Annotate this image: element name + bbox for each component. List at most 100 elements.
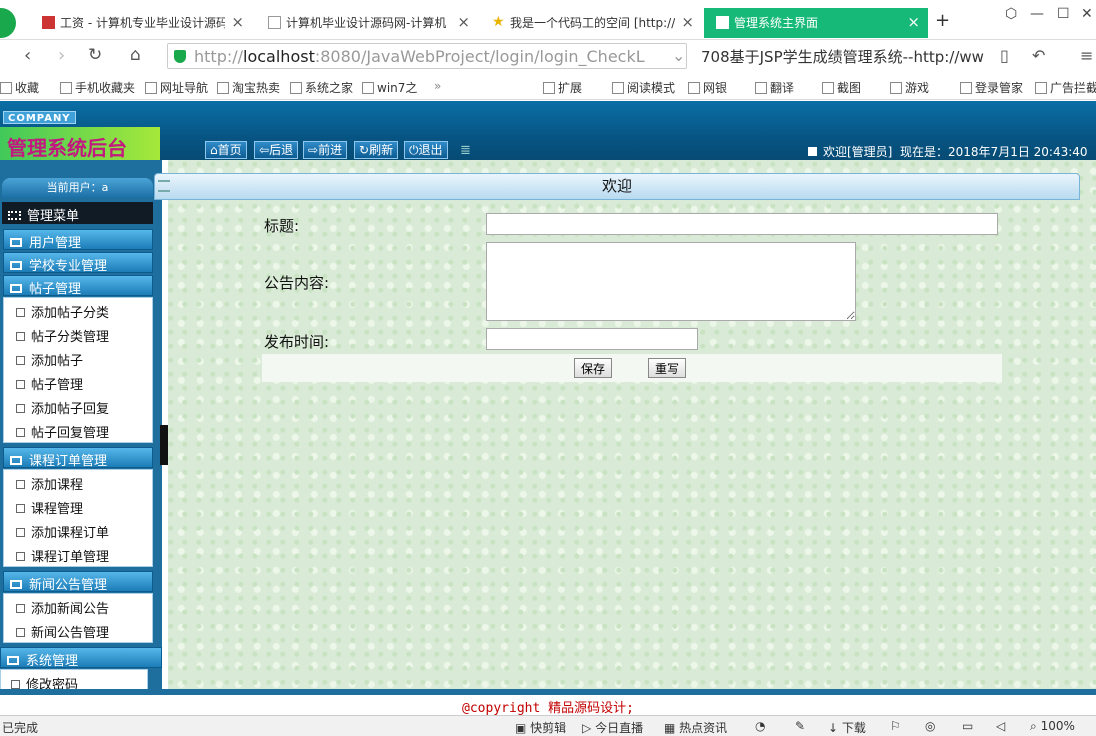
maximize-icon[interactable]: ☐ [1057,6,1070,22]
skin-icon[interactable]: ⬡ [1005,6,1017,22]
sidebar-item[interactable]: 添加新闻公告 [4,594,152,618]
volume-icon[interactable]: ◁ [996,719,1005,733]
title-input[interactable] [486,213,998,235]
sidebar-section-posts[interactable]: 帖子管理 [3,275,153,297]
sidebar-item[interactable]: 添加课程 [4,470,152,494]
folder-icon [7,656,19,665]
browser-tab-2[interactable]: 计算机毕业设计源码网-计算机 × [256,8,478,38]
sidebar-item[interactable]: 修改密码 [1,670,147,691]
sidebar-section-courses[interactable]: 课程订单管理 [3,447,153,469]
close-tab-icon[interactable]: × [231,13,244,31]
sidebar-section-news[interactable]: 新闻公告管理 [3,571,153,593]
browser-tab-3[interactable]: ★ 我是一个代码工的空间 [http:// × [480,8,702,38]
close-tab-icon[interactable]: × [907,13,920,31]
bookmark-item[interactable]: 登录管家 [960,79,1023,96]
bookmark-item[interactable]: 网址导航 [145,79,208,96]
sidebar-item[interactable]: 帖子回复管理 [4,418,152,442]
close-window-icon[interactable]: ✕ [1081,6,1093,22]
bookmark-item[interactable]: 网银 [688,79,727,96]
copyright-text: @copyright 精品源码设计; [462,701,634,716]
logout-button[interactable]: ⏻退出 [404,141,448,159]
url-path: :8080/JavaWebProject/login/login_CheckL [314,47,645,66]
screen-icon[interactable]: ▭ [962,719,973,733]
close-tab-icon[interactable]: × [457,13,470,31]
sidebar-item[interactable]: 添加帖子分类 [4,298,152,322]
status-text: 已完成 [2,721,39,735]
browser-icon[interactable]: ◎ [925,719,935,733]
bookmark-item[interactable]: win7之 [362,79,417,96]
browser-tab-1[interactable]: 工资 - 计算机专业毕业设计源码 × [30,8,252,38]
play-icon: ▷ [582,721,592,735]
speed-icon[interactable]: ◔ [755,719,765,733]
bookmark-item[interactable]: 广告拦截 [1035,79,1096,96]
url-protocol: http:// [194,47,244,66]
sidebar-collapse-handle[interactable] [160,425,168,465]
sidebar: 当前用户：a 管理菜单 用户管理 学校专业管理 帖子管理 添加帖子分类 帖子分类… [0,160,162,691]
tab-label: 管理系统主界面 [734,16,819,30]
home-icon[interactable]: ⌂ [130,45,141,65]
posts-menu-list: 添加帖子分类 帖子分类管理 添加帖子 帖子管理 添加帖子回复 帖子回复管理 [3,297,153,443]
zoom-icon: ⌕ [1030,719,1037,733]
sidebar-item[interactable]: 帖子管理 [4,370,152,394]
browser-tab-active[interactable]: 管理系统主界面 × [704,8,928,38]
sidebar-section-school[interactable]: 学校专业管理 [3,252,153,274]
sidebar-item[interactable]: 课程订单管理 [4,542,152,566]
menu-header: 管理菜单 [2,202,153,224]
refresh-button[interactable]: ↻刷新 [354,141,399,159]
sidebar-item[interactable]: 添加帖子 [4,346,152,370]
zoom-level[interactable]: ⌕ 100% [1030,719,1075,734]
reload-icon[interactable]: ↻ [88,45,102,65]
news-icon: ▦ [664,721,676,735]
sidebar-item[interactable]: 帖子分类管理 [4,322,152,346]
bookmark-item[interactable]: 翻译 [755,79,794,96]
sidebar-item[interactable]: 添加课程订单 [4,518,152,542]
home-button[interactable]: ⌂首页 [205,141,247,159]
more-bookmarks-icon[interactable]: » [434,79,441,93]
search-input[interactable]: 708基于JSP学生成绩管理系统--http://ww [693,43,993,69]
back-icon[interactable]: ‹ [24,45,31,66]
status-item[interactable]: ↓ 下载 [828,719,866,736]
forward-button[interactable]: ⇨前进 [303,141,348,159]
bookmark-item[interactable]: 游戏 [890,79,929,96]
chevron-down-icon[interactable]: ⌄ [672,46,685,65]
menu-icon[interactable]: ≡ [1080,46,1093,65]
toolbar-handle-icon: ≣ [460,143,471,158]
bookmark-item[interactable]: 手机收藏夹 [60,79,135,96]
status-item[interactable]: ▣ 快剪辑 [515,719,566,736]
minimize-icon[interactable]: — [1030,6,1044,22]
browser-status-bar: 已完成 ▣ 快剪辑 ▷ 今日直播 ▦ 热点资讯 ◔ ✎ ↓ 下载 ⚐ ◎ ▭ ◁… [0,715,1096,736]
publish-time-input[interactable] [486,328,698,350]
undo-icon[interactable]: ↶ [1032,46,1045,65]
bookmark-item[interactable]: 扩展 [543,79,582,96]
bookmark-item[interactable]: 淘宝热卖 [217,79,280,96]
back-button[interactable]: ⇦后退 [254,141,299,159]
sidebar-item[interactable]: 添加帖子回复 [4,394,152,418]
status-item[interactable]: ▦ 热点资讯 [664,719,727,736]
content-textarea[interactable] [486,242,856,321]
handle-icon [158,180,170,192]
sidebar-item[interactable]: 新闻公告管理 [4,618,152,642]
close-tab-icon[interactable]: × [681,13,694,31]
sidebar-section-system[interactable]: 系统管理 [0,647,162,669]
save-button[interactable]: 保存 [574,358,613,378]
forward-icon[interactable]: › [58,45,65,66]
bookmark-item[interactable]: 截图 [822,79,861,96]
sidebar-section-users[interactable]: 用户管理 [3,229,153,251]
url-field[interactable]: http://localhost:8080/JavaWebProject/log… [167,43,687,69]
translate-icon [755,82,767,94]
status-item[interactable]: ▷ 今日直播 [582,719,643,736]
phone-icon[interactable]: ▯ [1000,46,1009,65]
page-icon [16,604,25,613]
reset-button[interactable]: 重写 [648,358,687,378]
arrow-right-icon: ⇨ [308,143,319,157]
bookmark-item[interactable]: 收藏 [0,79,39,96]
bookmark-item[interactable]: 阅读模式 [612,79,675,96]
sidebar-item[interactable]: 课程管理 [4,494,152,518]
bookmark-item[interactable]: 系统之家 [290,79,353,96]
page-icon [16,332,25,341]
folder-icon [10,580,22,589]
page-icon [16,428,25,437]
flag-icon[interactable]: ⚐ [890,719,901,733]
tools-icon[interactable]: ✎ [795,719,805,733]
new-tab-button[interactable]: + [935,10,950,31]
